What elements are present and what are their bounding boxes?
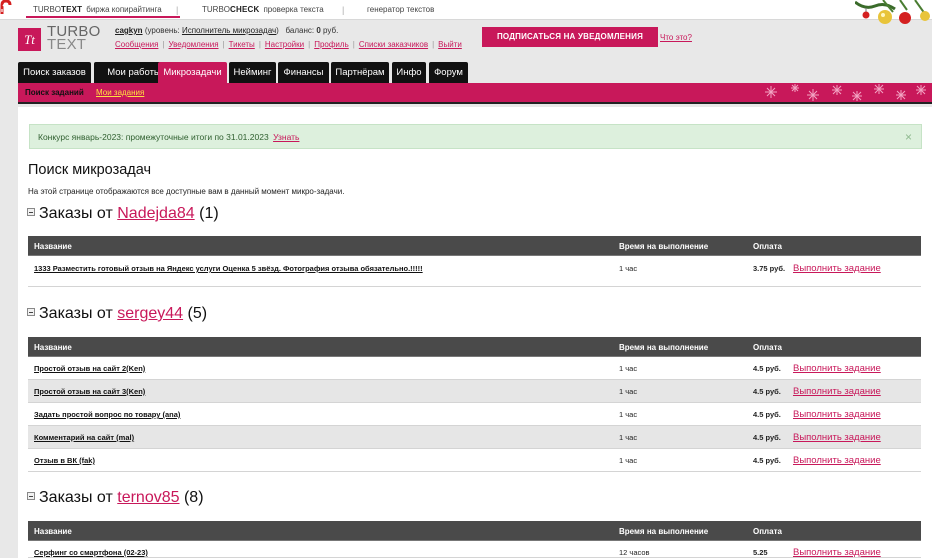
- logo-mark[interactable]: Tt: [18, 28, 41, 51]
- do-task-button[interactable]: Выполнить задание: [793, 386, 881, 397]
- task-payment: 4.5 руб.: [753, 410, 781, 419]
- tickets-link[interactable]: Тикеты: [229, 40, 255, 49]
- column-name-header: Название: [34, 527, 72, 536]
- customer-link[interactable]: ternov85: [117, 489, 179, 506]
- column-pay-header: Оплата: [753, 343, 782, 352]
- collapse-icon[interactable]: [27, 308, 35, 316]
- task-payment: 3.75 руб.: [753, 264, 786, 273]
- task-payment: 4.5 руб.: [753, 387, 781, 396]
- column-time-header: Время на выполнение: [619, 343, 709, 352]
- sub-nav: Поиск заданий Мои задания: [18, 83, 932, 104]
- table-row: Комментарий на сайт (mal) 1 час 4.5 руб.…: [28, 426, 921, 449]
- table-row: Простой отзыв на сайт 3(Ken) 1 час 4.5 р…: [28, 380, 921, 403]
- table-row: Отзыв в ВК (fak) 1 час 4.5 руб. Выполнит…: [28, 449, 921, 472]
- do-task-button[interactable]: Выполнить задание: [793, 455, 881, 466]
- user-links: Сообщения | Уведомления | Тикеты | Настройки | П…: [115, 40, 462, 49]
- tab-forum[interactable]: Форум: [429, 62, 468, 83]
- table-header: Название Время на выполнение Оплата: [28, 521, 921, 541]
- task-time: 1 час: [619, 410, 638, 419]
- what-is-this-link[interactable]: Что это?: [660, 33, 692, 42]
- logout-link[interactable]: Выйти: [438, 40, 462, 49]
- task-payment: 4.5 руб.: [753, 364, 781, 373]
- tab-info[interactable]: Инфо: [392, 62, 426, 83]
- site-header: Tt TURBO TEXT cagkyn (уровень: Исполните…: [0, 20, 932, 61]
- subnav-search-tasks[interactable]: Поиск заданий: [25, 88, 84, 97]
- do-task-button[interactable]: Выполнить задание: [793, 409, 881, 420]
- main-content: Конкурс январь-2023: промежуточные итоги…: [18, 107, 932, 558]
- profile-link[interactable]: Профиль: [314, 40, 349, 49]
- product-generator[interactable]: генератор текстов: [367, 5, 434, 14]
- do-task-button[interactable]: Выполнить задание: [793, 263, 881, 274]
- table-row: Простой отзыв на сайт 2(Ken) 1 час 4.5 р…: [28, 357, 921, 380]
- tab-search-orders[interactable]: Поиск заказов: [18, 62, 91, 83]
- table-row: Задать простой вопрос по товару (ana) 1 …: [28, 403, 921, 426]
- do-task-button[interactable]: Выполнить задание: [793, 547, 881, 558]
- group-heading: Заказы от ternov85 (8): [27, 489, 204, 507]
- table-header: Название Время на выполнение Оплата: [28, 337, 921, 357]
- customer-link[interactable]: sergey44: [117, 305, 183, 322]
- task-time: 1 час: [619, 433, 638, 442]
- products-bar: TURBOTEXT биржа копирайтинга | TURBOCHECK…: [0, 0, 932, 20]
- page-title: Поиск микрозадач: [28, 162, 152, 178]
- task-link[interactable]: Простой отзыв на сайт 2(Ken): [34, 364, 145, 373]
- group-heading: Заказы от sergey44 (5): [27, 305, 207, 323]
- task-link[interactable]: Комментарий на сайт (mal): [34, 433, 134, 442]
- messages-link[interactable]: Сообщения: [115, 40, 158, 49]
- task-link[interactable]: 1333 Разместить готовый отзыв на Яндекс …: [34, 264, 423, 273]
- do-task-button[interactable]: Выполнить задание: [793, 363, 881, 374]
- task-time: 1 час: [619, 364, 638, 373]
- table-row: Серфинг со смартфона (02-23) 12 часов 5.…: [28, 541, 921, 558]
- task-time: 1 час: [619, 387, 638, 396]
- task-payment: 4.5 руб.: [753, 433, 781, 442]
- collapse-icon[interactable]: [27, 492, 35, 500]
- divider: |: [176, 5, 179, 15]
- close-icon[interactable]: ×: [905, 125, 912, 149]
- notice-learn-more-link[interactable]: Узнать: [273, 132, 299, 142]
- user-level-link[interactable]: Исполнитель микрозадач: [182, 26, 276, 35]
- column-time-header: Время на выполнение: [619, 527, 709, 536]
- table-row: 1333 Разместить готовый отзыв на Яндекс …: [28, 257, 921, 287]
- product-turbocheck[interactable]: TURBOCHECK проверка текста: [202, 5, 324, 14]
- customer-lists-link[interactable]: Списки заказчиков: [359, 40, 428, 49]
- task-time: 1 час: [619, 456, 638, 465]
- task-link[interactable]: Задать простой вопрос по товару (ana): [34, 410, 180, 419]
- group-heading: Заказы от Nadejda84 (1): [27, 205, 219, 223]
- tab-microtasks[interactable]: Микрозадачи: [158, 62, 227, 83]
- do-task-button[interactable]: Выполнить задание: [793, 432, 881, 443]
- collapse-icon[interactable]: [27, 208, 35, 216]
- column-time-header: Время на выполнение: [619, 242, 709, 251]
- page-description: На этой странице отображаются все доступ…: [28, 187, 345, 196]
- tab-partners[interactable]: Партнёрам: [331, 62, 389, 83]
- active-product-indicator: [26, 16, 180, 18]
- customer-link[interactable]: Nadejda84: [117, 205, 194, 222]
- column-pay-header: Оплата: [753, 527, 782, 536]
- task-link[interactable]: Серфинг со смартфона (02-23): [34, 548, 148, 557]
- divider: |: [342, 5, 345, 15]
- product-turbotext[interactable]: TURBOTEXT биржа копирайтинга: [33, 5, 162, 14]
- candy-cane-icon: [0, 0, 12, 14]
- username-link[interactable]: cagkyn: [115, 26, 143, 35]
- task-time: 1 час: [619, 264, 638, 273]
- balance-value: 0: [316, 26, 321, 35]
- settings-link[interactable]: Настройки: [265, 40, 304, 49]
- logo-text[interactable]: TURBO TEXT: [47, 24, 101, 52]
- notifications-link[interactable]: Уведомления: [169, 40, 219, 49]
- user-info: cagkyn (уровень: Исполнитель микрозадач)…: [115, 26, 339, 35]
- task-link[interactable]: Простой отзыв на сайт 3(Ken): [34, 387, 145, 396]
- snowflakes-decoration: [765, 84, 926, 101]
- tab-naming[interactable]: Нейминг: [229, 62, 276, 83]
- column-name-header: Название: [34, 343, 72, 352]
- task-time: 12 часов: [619, 548, 650, 557]
- column-name-header: Название: [34, 242, 72, 251]
- subnav-my-tasks[interactable]: Мои задания: [96, 88, 144, 97]
- column-pay-header: Оплата: [753, 242, 782, 251]
- task-payment: 5.25: [753, 548, 768, 557]
- task-link[interactable]: Отзыв в ВК (fak): [34, 456, 95, 465]
- subscribe-notifications-button[interactable]: ПОДПИСАТЬСЯ НА УВЕДОМЛЕНИЯ: [482, 27, 658, 47]
- table-header: Название Время на выполнение Оплата: [28, 236, 921, 256]
- contest-notice: Конкурс январь-2023: промежуточные итоги…: [29, 124, 922, 149]
- tab-finance[interactable]: Финансы: [278, 62, 329, 83]
- task-payment: 4.5 руб.: [753, 456, 781, 465]
